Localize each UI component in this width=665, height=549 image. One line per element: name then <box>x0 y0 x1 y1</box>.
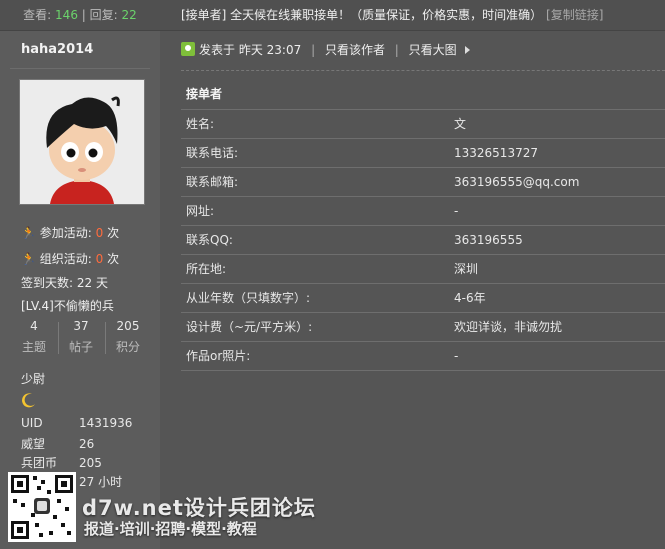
triangle-right-icon[interactable] <box>464 46 470 54</box>
online-user-icon <box>181 42 195 56</box>
stat-value: 37 <box>73 319 89 333</box>
contractor-info-table: 接单者 姓名: 文 联系电话: 13326513727 联系邮箱: 363196… <box>181 80 665 371</box>
watermark-subtitle: 报道·培训·招聘·模型·教程 <box>84 520 257 538</box>
org-activity-row: 🏃 组织活动: 0 次 <box>21 250 119 267</box>
thread-title-text: [接单者] 全天候在线兼职接单！（质量保证，价格实惠，时间准确） <box>181 8 543 22</box>
view-label: 查看: <box>23 8 52 22</box>
table-row: 联系电话: 13326513727 <box>181 139 665 168</box>
thread-header-bar: 查看: 146 | 回复: 22 [接单者] 全天候在线兼职接单！（质量保证，价… <box>0 0 665 31</box>
user-prestige-row: 威望 26 <box>21 435 94 452</box>
row-label: 所在地: <box>186 262 227 276</box>
stat-label: 主题 <box>21 340 46 354</box>
row-label: 姓名: <box>186 117 215 131</box>
stat-value: 205 <box>116 319 140 333</box>
stat-points[interactable]: 205 积分 <box>105 319 151 355</box>
table-row: 所在地: 深圳 <box>181 255 665 284</box>
prestige-label: 威望 <box>21 437 46 451</box>
sidebar-divider <box>10 68 150 69</box>
table-row: 联系邮箱: 363196555@qq.com <box>181 168 665 197</box>
qr-code-icon <box>8 472 76 542</box>
row-label: 作品or照片: <box>186 349 251 363</box>
row-value: - <box>454 204 459 218</box>
user-level[interactable]: [LV.4]不偷懒的兵 <box>21 297 114 314</box>
posted-time: 昨天 23:07 <box>238 43 302 57</box>
table-row: 姓名: 文 <box>181 110 665 139</box>
copy-link-button[interactable]: [复制链接] <box>546 8 603 22</box>
stat-posts[interactable]: 37 帖子 <box>58 319 104 355</box>
user-rank: 少尉 <box>21 372 46 386</box>
row-label: 联系电话: <box>186 146 239 160</box>
reply-label: 回复: <box>89 8 118 22</box>
qr-code-graphic <box>8 472 76 542</box>
table-row: 从业年数（只填数字）: 4-6年 <box>181 284 665 313</box>
row-label: 联系邮箱: <box>186 175 239 189</box>
stat-label: 积分 <box>115 340 140 354</box>
row-value: 363196555@qq.com <box>454 175 580 189</box>
reply-count: 22 <box>121 8 137 22</box>
posted-label: 发表于 <box>199 43 236 57</box>
row-value: 深圳 <box>454 262 479 276</box>
thread-title: [接单者] 全天候在线兼职接单！（质量保证，价格实惠，时间准确） [复制链接] <box>181 0 603 30</box>
avatar[interactable] <box>19 79 145 205</box>
table-row: 设计费（~元/平方米）: 欢迎详谈，非诚勿扰 <box>181 313 665 342</box>
online-value: 27 小时 <box>79 475 123 489</box>
join-activity-unit: 次 <box>107 226 120 240</box>
uid-value: 1431936 <box>79 416 133 430</box>
uid-label: UID <box>21 416 43 430</box>
prestige-value: 26 <box>79 437 95 451</box>
row-value: - <box>454 349 459 363</box>
join-activity-label: 参加活动: <box>39 226 92 240</box>
table-row: 作品or照片: - <box>181 342 665 371</box>
row-label: 网址: <box>186 204 215 218</box>
org-activity-count: 0 <box>95 252 104 266</box>
row-label: 设计费（~元/平方米）: <box>186 320 313 334</box>
post-meta-bar: 发表于 昨天 23:07 | 只看该作者 | 只看大图 <box>181 41 470 59</box>
table-row: 网址: - <box>181 197 665 226</box>
meta-divider: | <box>311 43 316 57</box>
author-only-link[interactable]: 只看该作者 <box>325 43 385 57</box>
join-activity-count: 0 <box>95 226 104 240</box>
user-uid-row: UID 1431936 <box>21 416 132 430</box>
row-value: 4-6年 <box>454 291 486 305</box>
running-person-icon: 🏃 <box>21 252 36 266</box>
big-image-link[interactable]: 只看大图 <box>409 43 457 57</box>
row-value: 文 <box>454 117 467 131</box>
author-username[interactable]: haha2014 <box>21 42 93 57</box>
join-activity-row: 🏃 参加活动: 0 次 <box>21 224 119 241</box>
org-activity-label: 组织活动: <box>39 252 92 266</box>
moon-medal-icon <box>22 393 35 408</box>
stat-value: 4 <box>30 319 38 333</box>
user-coins-row: 兵团币 205 <box>21 454 102 471</box>
stat-label: 帖子 <box>68 340 93 354</box>
running-person-icon: 🏃 <box>21 226 36 240</box>
post-divider <box>181 70 665 71</box>
stat-threads[interactable]: 4 主题 <box>11 319 57 355</box>
checkin-days: 签到天数: 22 天 <box>21 276 108 290</box>
org-activity-unit: 次 <box>107 252 120 266</box>
row-value: 13326513727 <box>454 146 538 160</box>
coins-value: 205 <box>79 456 102 470</box>
meta-divider: | <box>394 43 399 57</box>
avatar-cartoon-boy-icon <box>20 80 144 204</box>
row-value: 欢迎详谈，非诚勿扰 <box>454 320 563 334</box>
row-value: 363196555 <box>454 233 523 247</box>
view-count: 146 <box>55 8 78 22</box>
row-label: 从业年数（只填数字）: <box>186 291 311 305</box>
table-header: 接单者 <box>181 80 665 110</box>
stats-separator: | <box>81 8 86 22</box>
thread-stats: 查看: 146 | 回复: 22 <box>0 0 160 30</box>
row-label: 联系QQ: <box>186 233 233 247</box>
table-row: 联系QQ: 363196555 <box>181 226 665 255</box>
coins-label: 兵团币 <box>21 456 58 470</box>
